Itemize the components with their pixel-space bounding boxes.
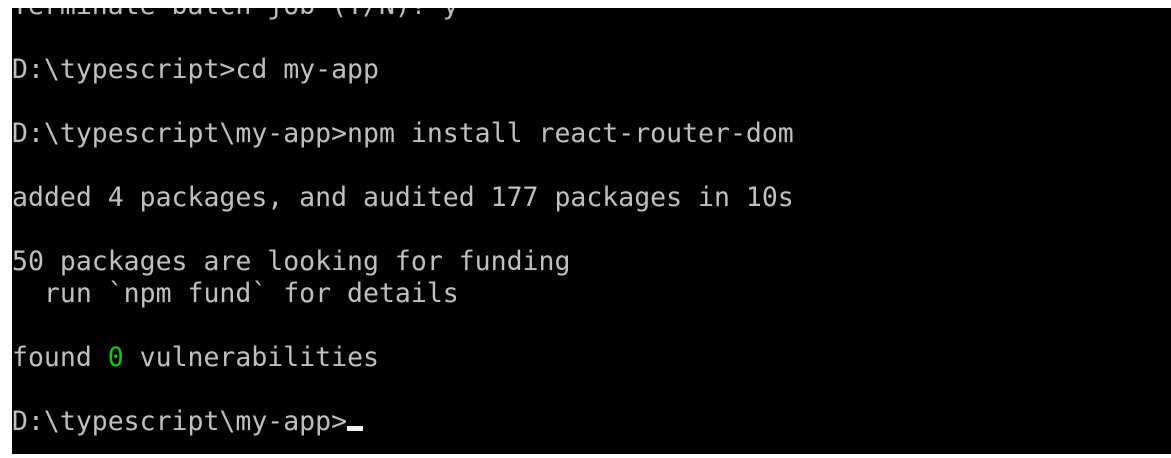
console-line-install: D:\typescript\my-app>npm install react-r…: [12, 118, 794, 149]
console-line-partial: Terminate batch job (Y/N)? y: [12, 8, 459, 22]
text-cursor: [347, 426, 364, 431]
console-prompt-line[interactable]: D:\typescript\my-app>: [12, 406, 364, 438]
found-suffix: vulnerabilities: [123, 342, 379, 373]
console-line-added: added 4 packages, and audited 177 packag…: [12, 182, 794, 213]
console-line-vulnerabilities: found 0 vulnerabilities: [12, 342, 379, 374]
console-line-funding: 50 packages are looking for funding: [12, 246, 571, 277]
console-window[interactable]: Terminate batch job (Y/N)? y D:\typescri…: [12, 8, 1171, 454]
console-line-cd: D:\typescript>cd my-app: [12, 54, 379, 85]
vulnerability-count: 0: [107, 342, 124, 373]
console-line-fund-hint: run `npm fund` for details: [12, 278, 459, 309]
screenshot-frame: Terminate batch job (Y/N)? y D:\typescri…: [0, 0, 1171, 458]
command-prompt: D:\typescript\my-app>: [12, 406, 348, 437]
found-prefix: found: [12, 342, 108, 373]
